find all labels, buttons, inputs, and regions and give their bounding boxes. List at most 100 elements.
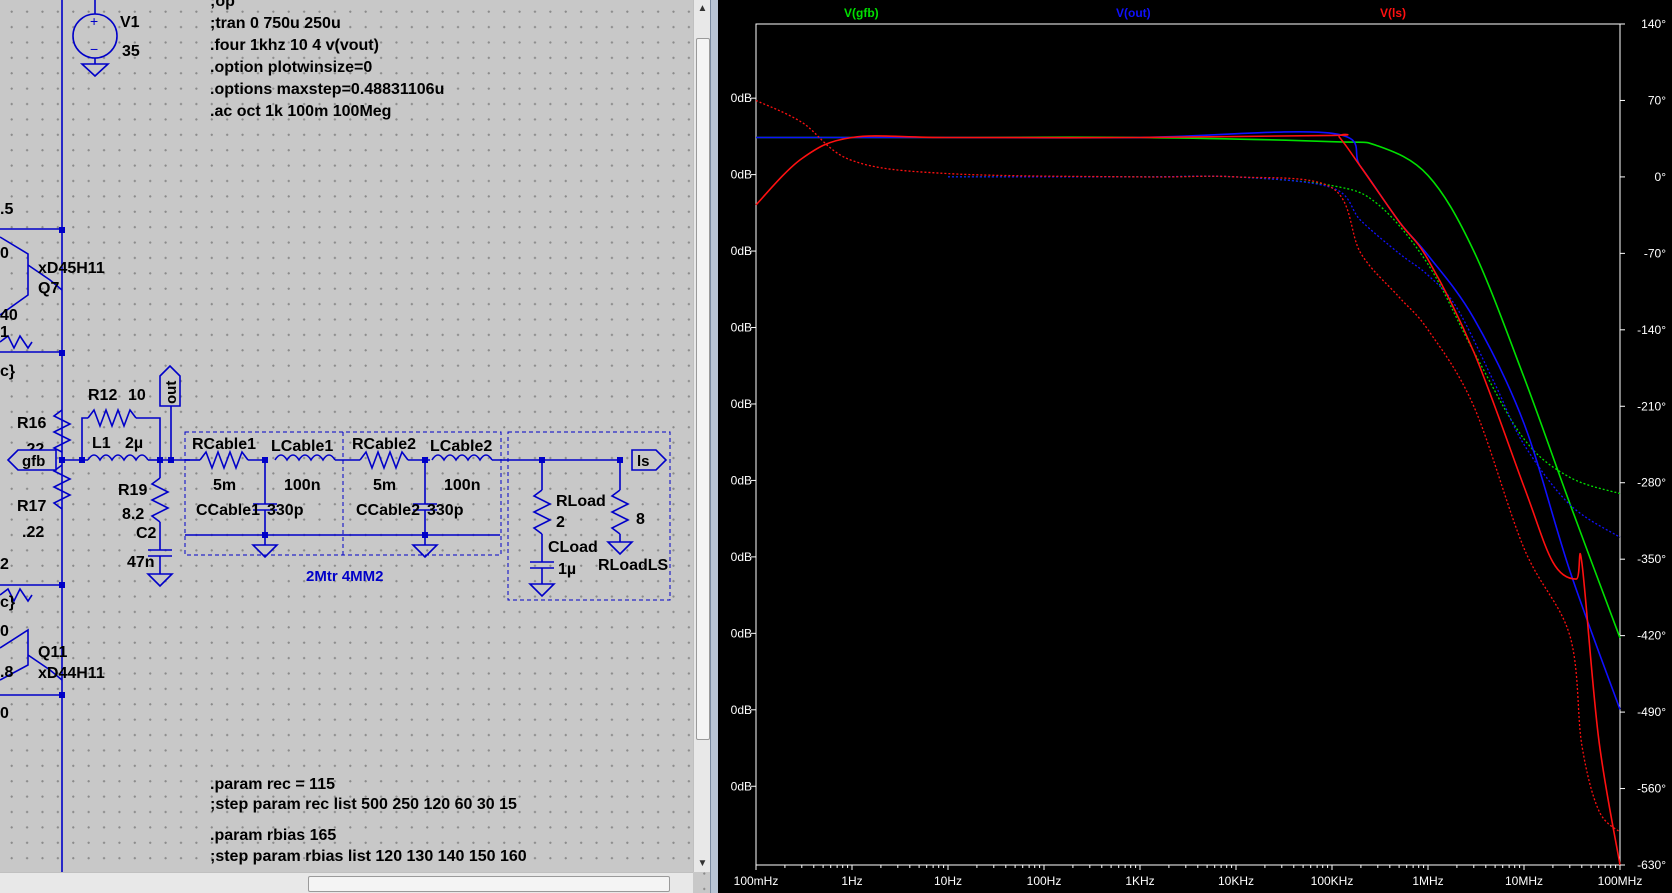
net-label-ls[interactable]: ls bbox=[631, 449, 668, 471]
y-right-tick-label: -490° bbox=[1637, 705, 1666, 719]
q7-model[interactable]: xD45H11 bbox=[38, 260, 105, 277]
svg-text:ls: ls bbox=[637, 453, 650, 470]
svg-text:c}: c} bbox=[0, 594, 15, 611]
cable-block-label[interactable]: 2Mtr 4MM2 bbox=[306, 568, 384, 585]
svg-text:40: 40 bbox=[0, 307, 18, 324]
horizontal-scrollbar[interactable] bbox=[0, 872, 693, 893]
r16-name[interactable]: R16 bbox=[17, 415, 46, 432]
y-right-tick-label: -140° bbox=[1637, 323, 1666, 337]
plot-grid bbox=[755, 23, 1621, 866]
directive-line[interactable]: .options maxstep=0.48831106u bbox=[210, 81, 444, 98]
y-left-tick-label: 0dB bbox=[731, 397, 752, 411]
directive-line[interactable]: ;tran 0 750u 250u bbox=[210, 15, 341, 32]
q11-name[interactable]: Q11 bbox=[38, 644, 67, 661]
rload-value: 2 bbox=[556, 514, 565, 531]
y-left-tick-label: 0dB bbox=[731, 703, 752, 717]
r19-value: 8.2 bbox=[122, 506, 144, 523]
x-tick-label: 10KHz bbox=[1218, 874, 1254, 888]
rloadls-name[interactable]: RLoadLS bbox=[598, 557, 669, 574]
lcable2-value: 100n bbox=[444, 477, 480, 494]
rload-name[interactable]: RLoad bbox=[556, 493, 606, 510]
directive-line[interactable]: ;step param rec list 500 250 120 60 30 1… bbox=[210, 796, 517, 813]
series-phase-curve bbox=[947, 175, 1621, 495]
svg-text:.8: .8 bbox=[0, 664, 13, 681]
x-tick-label: 100mHz bbox=[734, 874, 779, 888]
series-magnitude-curve bbox=[755, 130, 1621, 710]
c2-value: 47n bbox=[127, 554, 155, 571]
y-right-tick-label: -560° bbox=[1637, 782, 1666, 796]
plot-axes: 100mHz 1Hz 10Hz 100Hz 1KHz 10KHz 100KHz 1MHz 10M… bbox=[731, 17, 1667, 888]
cload-value: 1µ bbox=[558, 561, 576, 578]
y-left-tick-label: 0dB bbox=[731, 779, 752, 793]
svg-text:1: 1 bbox=[0, 324, 9, 341]
x-tick-label: 100Hz bbox=[1027, 874, 1062, 888]
waveform-viewer[interactable]: 100mHz 1Hz 10Hz 100Hz 1KHz 10KHz 100KHz 1MHz 10M… bbox=[718, 0, 1672, 893]
y-left-tick-label: 0dB bbox=[731, 168, 752, 182]
svg-text:+: + bbox=[90, 13, 98, 29]
l1-name[interactable]: L1 bbox=[92, 435, 111, 452]
x-tick-label: 10Hz bbox=[934, 874, 962, 888]
svg-text:−: − bbox=[90, 41, 98, 57]
series-magnitude-curve bbox=[755, 136, 1621, 639]
net-label-out[interactable]: out bbox=[159, 364, 181, 460]
lcable2-name[interactable]: LCable2 bbox=[430, 438, 492, 455]
svg-text:0: 0 bbox=[0, 245, 9, 262]
l1-value: 2µ bbox=[125, 435, 143, 452]
directives-bottom[interactable]: .param rec = 115 ;step param rec list 50… bbox=[210, 776, 527, 865]
vertical-scrollbar[interactable]: ▲ ▼ bbox=[693, 0, 710, 872]
plot-frame bbox=[755, 23, 1621, 866]
rcable1-name[interactable]: RCable1 bbox=[192, 436, 256, 453]
r12-name[interactable]: R12 bbox=[88, 387, 117, 404]
y-right-tick-label: -630° bbox=[1637, 858, 1666, 872]
directive-line[interactable]: .option plotwinsize=0 bbox=[210, 59, 372, 76]
schematic-editor[interactable]: ;op ;tran 0 750u 250u .four 1khz 10 4 v(… bbox=[0, 0, 710, 893]
bode-plot[interactable]: 100mHz 1Hz 10Hz 100Hz 1KHz 10KHz 100KHz 1MHz 10M… bbox=[718, 0, 1672, 893]
ccable2-name[interactable]: CCable2 bbox=[356, 502, 420, 519]
y-right-tick-label: 140° bbox=[1641, 17, 1666, 31]
vertical-scroll-thumb[interactable] bbox=[696, 38, 710, 740]
horizontal-scroll-thumb[interactable] bbox=[308, 876, 670, 892]
directive-line[interactable]: .param rbias 165 bbox=[210, 827, 336, 844]
y-left-tick-label: 0dB bbox=[731, 321, 752, 335]
directive-line[interactable]: .param rec = 115 bbox=[210, 776, 335, 793]
ccable2-value: 330p bbox=[427, 502, 464, 519]
svg-text:gfb: gfb bbox=[22, 453, 45, 470]
y-right-tick-label: 70° bbox=[1648, 93, 1666, 107]
directive-line[interactable]: .four 1khz 10 4 v(vout) bbox=[210, 37, 379, 54]
y-right-tick-label: -350° bbox=[1637, 552, 1666, 566]
q11-model[interactable]: xD44H11 bbox=[38, 665, 105, 682]
y-left-tick-label: 0dB bbox=[731, 91, 752, 105]
r17-name[interactable]: R17 bbox=[17, 498, 46, 515]
ccable1-name[interactable]: CCable1 bbox=[196, 502, 260, 519]
directive-line[interactable]: ;step param rbias list 120 130 140 150 1… bbox=[210, 848, 527, 865]
cload-name[interactable]: CLoad bbox=[548, 539, 598, 556]
svg-text:c}: c} bbox=[0, 363, 15, 380]
main-rail bbox=[0, 0, 65, 872]
net-label-gfb[interactable]: gfb bbox=[6, 449, 57, 471]
scroll-up-icon[interactable]: ▲ bbox=[694, 0, 710, 17]
x-tick-label: 1MHz bbox=[1412, 874, 1443, 888]
directive-line[interactable]: .ac oct 1k 100m 100Meg bbox=[210, 103, 391, 120]
r19-name[interactable]: R19 bbox=[118, 482, 147, 499]
directives-top[interactable]: ;op ;tran 0 750u 250u .four 1khz 10 4 v(… bbox=[210, 0, 444, 120]
series-phase-curve bbox=[947, 175, 1621, 538]
schematic-canvas[interactable]: ;op ;tran 0 750u 250u .four 1khz 10 4 v(… bbox=[0, 0, 693, 872]
legend-entry[interactable]: V(gfb) bbox=[844, 6, 879, 20]
x-tick-label: 10MHz bbox=[1505, 874, 1543, 888]
directive-line[interactable]: ;op bbox=[210, 0, 235, 10]
rcable2-value: 5m bbox=[373, 477, 396, 494]
lcable1-name[interactable]: LCable1 bbox=[271, 438, 333, 455]
r12-value: 10 bbox=[128, 387, 146, 404]
scroll-down-icon[interactable]: ▼ bbox=[694, 855, 710, 872]
rcable2-name[interactable]: RCable2 bbox=[352, 436, 416, 453]
y-left-tick-label: 0dB bbox=[731, 473, 752, 487]
plot-legend[interactable]: V(gfb) V(out) V(ls) bbox=[844, 6, 1406, 20]
y-right-tick-label: -420° bbox=[1637, 629, 1666, 643]
q7-name[interactable]: Q7 bbox=[38, 280, 59, 297]
c2-name[interactable]: C2 bbox=[136, 525, 157, 542]
voltage-source-V1[interactable]: + − V1 35 bbox=[72, 0, 140, 78]
legend-entry[interactable]: V(ls) bbox=[1380, 6, 1406, 20]
lcable1-value: 100n bbox=[284, 477, 320, 494]
legend-entry[interactable]: V(out) bbox=[1116, 6, 1151, 20]
ccable1-value: 330p bbox=[267, 502, 304, 519]
